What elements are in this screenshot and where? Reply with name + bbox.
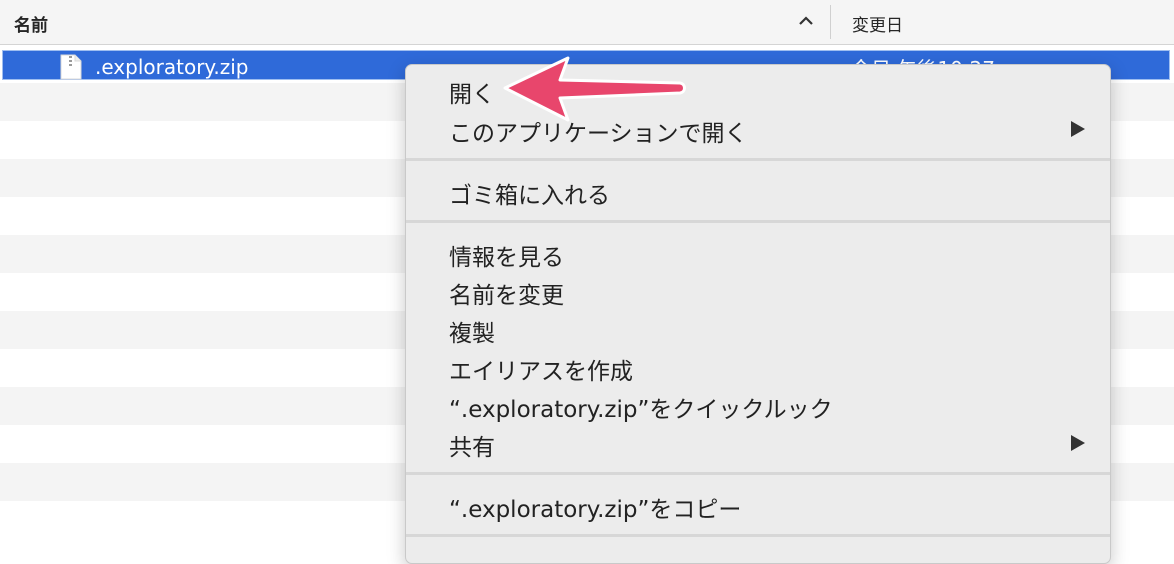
menu-item-copy[interactable]: “.exploratory.zip”をコピー xyxy=(449,490,741,524)
context-menu: 開く このアプリケーションで開く ゴミ箱に入れる 情報を見る 名前を変更 複製 … xyxy=(405,64,1111,564)
menu-item-make-alias[interactable]: エイリアスを作成 xyxy=(449,352,633,386)
triangle-right-icon xyxy=(1071,121,1085,137)
zip-file-icon xyxy=(60,54,82,80)
triangle-right-icon xyxy=(1071,435,1085,451)
menu-item-open-with[interactable]: このアプリケーションで開く xyxy=(449,114,748,148)
column-header: 名前 変更日 xyxy=(0,0,1174,45)
menu-item-duplicate[interactable]: 複製 xyxy=(449,314,495,348)
menu-separator xyxy=(406,472,1110,475)
menu-item-share[interactable]: 共有 xyxy=(449,428,495,462)
menu-separator xyxy=(406,534,1110,537)
column-divider[interactable] xyxy=(830,5,831,39)
menu-item-move-to-trash[interactable]: ゴミ箱に入れる xyxy=(449,176,610,210)
menu-separator xyxy=(406,220,1110,223)
menu-item-quick-look[interactable]: “.exploratory.zip”をクイックルック xyxy=(449,390,833,424)
column-header-name[interactable]: 名前 xyxy=(14,11,48,36)
menu-separator xyxy=(406,158,1110,161)
menu-item-get-info[interactable]: 情報を見る xyxy=(449,238,564,272)
file-name[interactable]: .exploratory.zip xyxy=(95,55,249,79)
column-header-date[interactable]: 変更日 xyxy=(852,11,903,36)
menu-item-open[interactable]: 開く xyxy=(449,75,495,109)
menu-item-rename[interactable]: 名前を変更 xyxy=(449,276,564,310)
chevron-up-icon[interactable] xyxy=(797,12,815,30)
